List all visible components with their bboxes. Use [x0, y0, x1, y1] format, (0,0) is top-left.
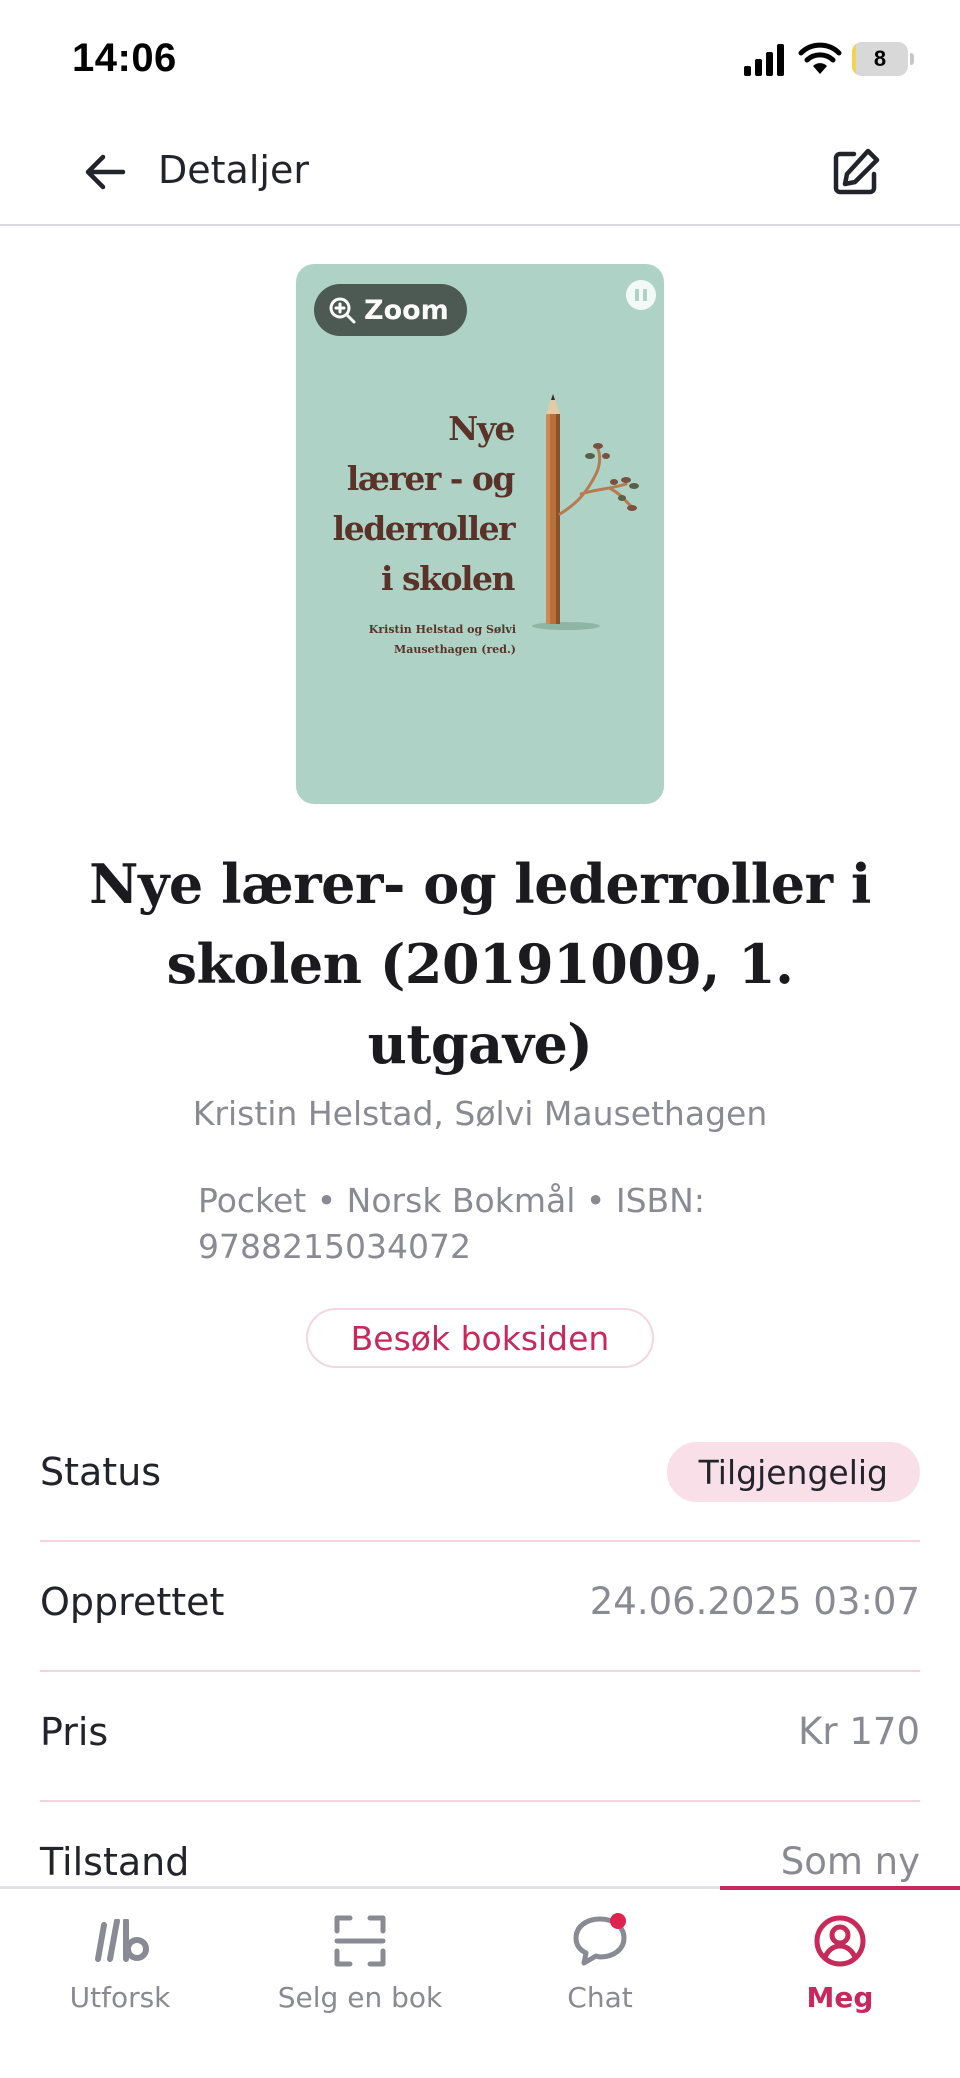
detail-value: Som ny [780, 1840, 920, 1883]
details-list: Status Tilgjengelig Opprettet 24.06.2025… [40, 1412, 920, 1932]
detail-label: Tilstand [40, 1840, 190, 1884]
edit-pencil-icon [833, 148, 880, 195]
edit-button[interactable] [826, 142, 886, 202]
cover-author-line: Kristin Helstad og Sølvi [368, 623, 516, 636]
cellular-signal-icon [744, 44, 784, 76]
nav-label: Chat [567, 1981, 633, 2014]
notification-dot [610, 1913, 626, 1929]
nav-label: Selg en bok [277, 1981, 443, 2014]
profile-icon [810, 1911, 870, 1971]
book-cover-image[interactable]: Zoom Nye lærer - og lederroller i skolen… [296, 264, 664, 804]
zoom-button[interactable]: Zoom [314, 284, 467, 336]
nav-item-selg-en-bok[interactable]: Selg en bok [240, 1889, 480, 2039]
cover-title-line: i skolen [380, 559, 516, 598]
detail-label: Status [40, 1450, 162, 1494]
nav-label: Utforsk [69, 1981, 171, 2014]
detail-label: Pris [40, 1710, 109, 1754]
cover-authors: Kristin Helstad og Sølvi Mausethagen (re… [356, 620, 516, 660]
nav-item-chat[interactable]: Chat [480, 1889, 720, 2039]
scan-icon [330, 1911, 390, 1971]
battery-icon: 8 [852, 42, 914, 76]
back-button[interactable] [78, 144, 134, 200]
status-bar: 14:06 8 [0, 0, 960, 120]
bottom-navigation: Utforsk Selg en bok Chat Meg [0, 1886, 960, 2078]
nav-item-meg[interactable]: Meg [720, 1886, 960, 2039]
status-time: 14:06 [72, 36, 177, 80]
explore-logo-icon [90, 1911, 150, 1971]
book-title: Nye lærer- og lederroller i skolen (2019… [89, 852, 871, 1076]
page-title: Detaljer [158, 148, 309, 192]
pencil-tree-illustration [532, 394, 639, 630]
cover-author-line: Mausethagen (red.) [394, 643, 516, 656]
visit-book-page-button[interactable]: Besøk boksiden [306, 1308, 654, 1368]
cover-title-line: lærer - og [346, 459, 516, 498]
arrow-left-icon [85, 154, 126, 190]
cover-title-line: lederroller [332, 509, 516, 548]
chat-bubble-icon [570, 1911, 630, 1971]
detail-row-price: Pris Kr 170 [40, 1672, 920, 1802]
nav-label: Meg [806, 1981, 874, 2014]
detail-row-status: Status Tilgjengelig [40, 1412, 920, 1542]
detail-value: 24.06.2025 03:07 [589, 1580, 920, 1623]
book-authors: Kristin Helstad, Sølvi Mausethagen [192, 1094, 768, 1133]
book-meta: Pocket • Norsk Bokmål • ISBN: 9788215034… [198, 1181, 705, 1266]
status-badge: Tilgjengelig [666, 1442, 920, 1502]
zoom-in-icon [329, 297, 356, 324]
battery-level: 8 [873, 46, 887, 71]
detail-label: Opprettet [40, 1580, 225, 1624]
detail-value: Kr 170 [798, 1710, 920, 1753]
detail-row-created: Opprettet 24.06.2025 03:07 [40, 1542, 920, 1672]
wifi-icon [798, 42, 842, 74]
nav-item-utforsk[interactable]: Utforsk [0, 1889, 240, 2039]
publisher-logo-icon [626, 280, 656, 310]
top-app-bar: Detaljer [0, 120, 960, 226]
cover-title: Nye lærer - og lederroller i skolen [318, 404, 516, 604]
cover-title-line: Nye [448, 409, 515, 448]
zoom-label: Zoom [364, 294, 449, 326]
